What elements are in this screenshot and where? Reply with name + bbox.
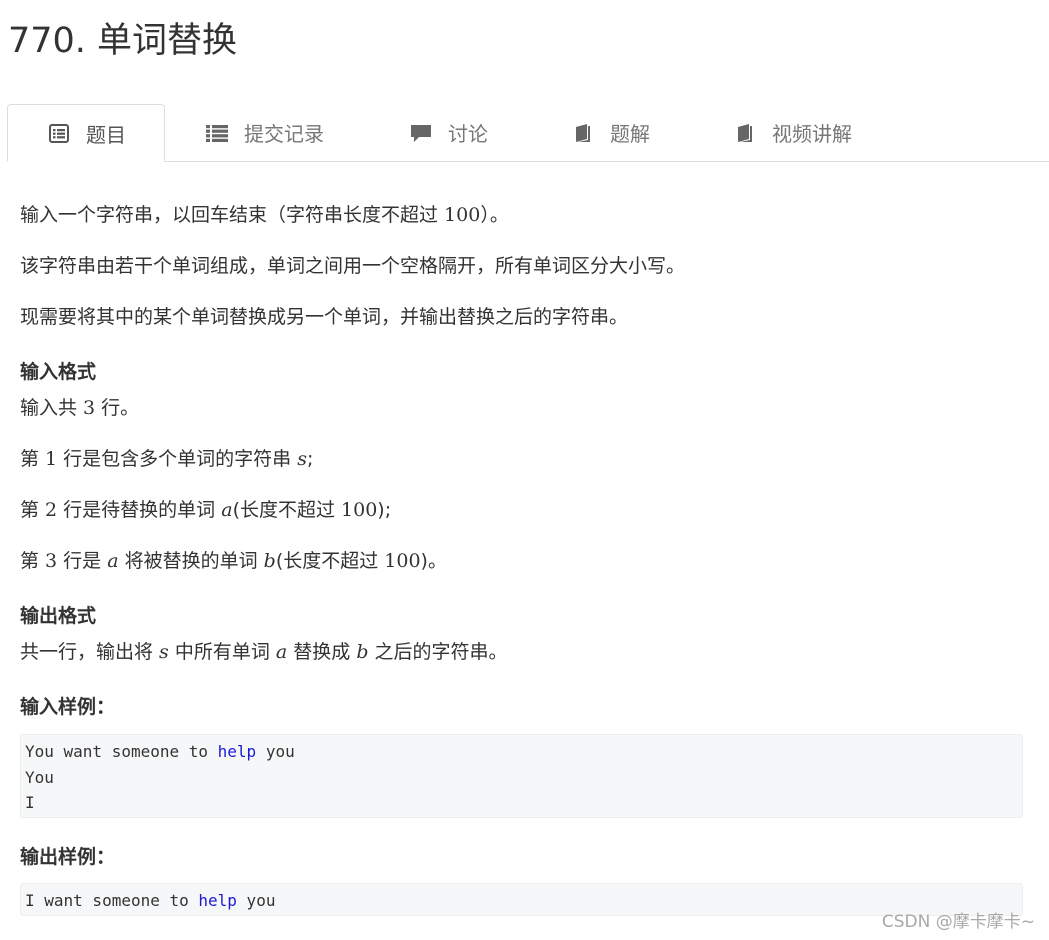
book-icon: [572, 122, 594, 144]
tab-label: 题目: [86, 122, 126, 147]
description-paragraph: 该字符串由若干个单词组成，单词之间用一个空格隔开，所有单词区分大小写。: [20, 255, 686, 277]
tab-label: 提交记录: [244, 122, 324, 146]
tab-label: 讨论: [448, 122, 488, 146]
book-icon: [734, 122, 756, 144]
input-format-line: 第 1 行是包含多个单词的字符串 s;: [20, 448, 314, 470]
input-format-heading: 输入格式: [20, 361, 97, 383]
tab-discussion[interactable]: 讨论: [410, 104, 488, 161]
tab-label: 视频讲解: [772, 122, 852, 146]
sample-output-code: I want someone to help you: [20, 883, 1023, 916]
tab-video[interactable]: 视频讲解: [734, 104, 852, 161]
output-format-heading: 输出格式: [20, 605, 97, 627]
tab-bar: 题目 提交记录 讨论 题解 视频讲解: [7, 104, 1049, 162]
output-format-line: 共一行，输出将 s 中所有单词 a 替换成 b 之后的字符串。: [20, 641, 508, 663]
tab-problem[interactable]: 题目: [7, 104, 165, 162]
sample-input-heading: 输入样例：: [20, 696, 116, 718]
sample-output-heading: 输出样例：: [20, 846, 116, 868]
tab-solutions[interactable]: 题解: [572, 104, 650, 161]
watermark: CSDN @摩卡摩卡~: [881, 912, 1035, 932]
input-format-line: 输入共 3 行。: [20, 397, 140, 419]
tab-submissions[interactable]: 提交记录: [206, 104, 324, 161]
input-format-line: 第 3 行是 a 将被替换的单词 b(长度不超过 100)。: [20, 550, 447, 572]
sample-input-code: You want someone to help you You I: [20, 734, 1023, 818]
description-paragraph: 输入一个字符串，以回车结束（字符串长度不超过 100）。: [20, 204, 509, 226]
list-alt-icon: [48, 122, 70, 144]
page-title: 770. 单词替换: [8, 21, 238, 61]
tab-label: 题解: [610, 122, 650, 146]
list-icon: [206, 122, 228, 144]
comment-icon: [410, 122, 432, 144]
description-paragraph: 现需要将其中的某个单词替换成另一个单词，并输出替换之后的字符串。: [20, 306, 629, 328]
input-format-line: 第 2 行是待替换的单词 a(长度不超过 100);: [20, 499, 392, 521]
